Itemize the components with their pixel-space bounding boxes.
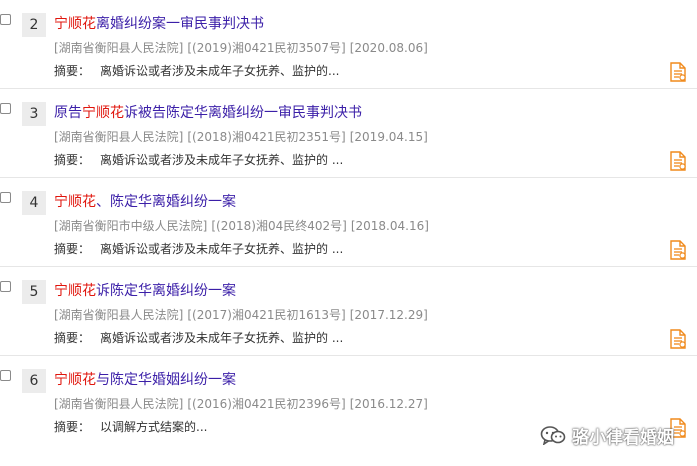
result-title-link[interactable]: 宁顺花离婚纠纷案一审民事判决书 xyxy=(54,14,264,34)
case-number: [(2017)湘0421民初1613号] xyxy=(187,308,346,322)
title-prefix: 原告 xyxy=(54,105,82,121)
result-title-link[interactable]: 宁顺花与陈定华婚姻纠纷一案 xyxy=(54,370,236,390)
document-icon[interactable] xyxy=(669,62,687,82)
result-meta: [湖南省衡阳县人民法院] [(2017)湘0421民初1613号] [2017.12… xyxy=(54,306,432,324)
result-number: 4 xyxy=(22,191,46,215)
result-summary: 摘要： 离婚诉讼或者涉及未成年子女抚养、监护的 ... xyxy=(54,240,343,258)
result-item: 4 宁顺花、陈定华离婚纠纷一案 [湖南省衡阳市中级人民法院] [(2018)湘04… xyxy=(0,178,697,267)
result-summary: 摘要： 以调解方式结案的... xyxy=(54,418,207,436)
summary-text: 离婚诉讼或者涉及未成年子女抚养、监护的 ... xyxy=(100,331,344,345)
court-name: [湖南省衡阳县人民法院] xyxy=(54,308,184,322)
result-title-link[interactable]: 宁顺花诉陈定华离婚纠纷一案 xyxy=(54,281,236,301)
result-checkbox[interactable] xyxy=(0,192,11,203)
court-name: [湖南省衡阳县人民法院] xyxy=(54,130,184,144)
result-checkbox[interactable] xyxy=(0,281,11,292)
title-highlight: 宁顺花 xyxy=(54,16,96,32)
result-summary: 摘要： 离婚诉讼或者涉及未成年子女抚养、监护的 ... xyxy=(54,329,343,347)
watermark: 骆小律看婚姻 xyxy=(540,424,674,448)
summary-text: 离婚诉讼或者涉及未成年子女抚养、监护的 ... xyxy=(100,242,344,256)
case-number: [(2018)湘04民终402号] xyxy=(211,219,347,233)
result-number: 2 xyxy=(22,13,46,37)
result-checkbox[interactable] xyxy=(0,370,11,381)
wechat-icon xyxy=(540,426,566,445)
judgment-date: [2019.04.15] xyxy=(349,130,428,144)
title-highlight: 宁顺花 xyxy=(82,105,124,121)
document-icon[interactable] xyxy=(669,240,687,260)
title-highlight: 宁顺花 xyxy=(54,372,96,388)
result-title-link[interactable]: 原告宁顺花诉被告陈定华离婚纠纷一审民事判决书 xyxy=(54,103,362,123)
result-number: 6 xyxy=(22,369,46,393)
judgment-date: [2017.12.29] xyxy=(349,308,428,322)
court-name: [湖南省衡阳县人民法院] xyxy=(54,397,184,411)
title-rest: 、陈定华离婚纠纷一案 xyxy=(96,194,236,210)
result-item: 3 原告宁顺花诉被告陈定华离婚纠纷一审民事判决书 [湖南省衡阳县人民法院] [(2… xyxy=(0,89,697,178)
document-icon[interactable] xyxy=(669,329,687,349)
result-number: 5 xyxy=(22,280,46,304)
result-meta: [湖南省衡阳市中级人民法院] [(2018)湘04民终402号] [2018.04.… xyxy=(54,217,433,235)
title-rest: 诉被告陈定华离婚纠纷一审民事判决书 xyxy=(124,105,362,121)
result-checkbox[interactable] xyxy=(0,103,11,114)
case-number: [(2018)湘0421民初2351号] xyxy=(187,130,346,144)
summary-label: 摘要： xyxy=(54,331,91,345)
result-summary: 摘要： 离婚诉讼或者涉及未成年子女抚养、监护的 ... xyxy=(54,151,343,169)
search-results-list: 2 宁顺花离婚纠纷案一审民事判决书 [湖南省衡阳县人民法院] [(2019)湘04… xyxy=(0,0,697,466)
watermark-text: 骆小律看婚姻 xyxy=(572,427,674,448)
case-number: [(2019)湘0421民初3507号] xyxy=(187,41,346,55)
summary-label: 摘要： xyxy=(54,420,91,434)
title-highlight: 宁顺花 xyxy=(54,283,96,299)
result-title-link[interactable]: 宁顺花、陈定华离婚纠纷一案 xyxy=(54,192,236,212)
summary-text: 离婚诉讼或者涉及未成年子女抚养、监护的... xyxy=(100,64,340,78)
document-icon[interactable] xyxy=(669,151,687,171)
result-summary: 摘要： 离婚诉讼或者涉及未成年子女抚养、监护的... xyxy=(54,62,339,80)
result-item: 2 宁顺花离婚纠纷案一审民事判决书 [湖南省衡阳县人民法院] [(2019)湘04… xyxy=(0,0,697,89)
case-number: [(2016)湘0421民初2396号] xyxy=(187,397,346,411)
result-item: 5 宁顺花诉陈定华离婚纠纷一案 [湖南省衡阳县人民法院] [(2017)湘0421… xyxy=(0,267,697,356)
judgment-date: [2016.12.27] xyxy=(349,397,428,411)
title-rest: 诉陈定华离婚纠纷一案 xyxy=(96,283,236,299)
result-meta: [湖南省衡阳县人民法院] [(2016)湘0421民初2396号] [2016.12… xyxy=(54,395,432,413)
summary-text: 离婚诉讼或者涉及未成年子女抚养、监护的 ... xyxy=(100,153,344,167)
summary-label: 摘要： xyxy=(54,153,91,167)
result-meta: [湖南省衡阳县人民法院] [(2018)湘0421民初2351号] [2019.04… xyxy=(54,128,432,146)
title-highlight: 宁顺花 xyxy=(54,194,96,210)
summary-label: 摘要： xyxy=(54,242,91,256)
court-name: [湖南省衡阳市中级人民法院] xyxy=(54,219,208,233)
result-number: 3 xyxy=(22,102,46,126)
summary-text: 以调解方式结案的... xyxy=(100,420,208,434)
judgment-date: [2020.08.06] xyxy=(349,41,428,55)
result-meta: [湖南省衡阳县人民法院] [(2019)湘0421民初3507号] [2020.08… xyxy=(54,39,432,57)
title-rest: 与陈定华婚姻纠纷一案 xyxy=(96,372,236,388)
result-checkbox[interactable] xyxy=(0,14,11,25)
summary-label: 摘要： xyxy=(54,64,91,78)
judgment-date: [2018.04.16] xyxy=(350,219,429,233)
title-rest: 离婚纠纷案一审民事判决书 xyxy=(96,16,264,32)
court-name: [湖南省衡阳县人民法院] xyxy=(54,41,184,55)
